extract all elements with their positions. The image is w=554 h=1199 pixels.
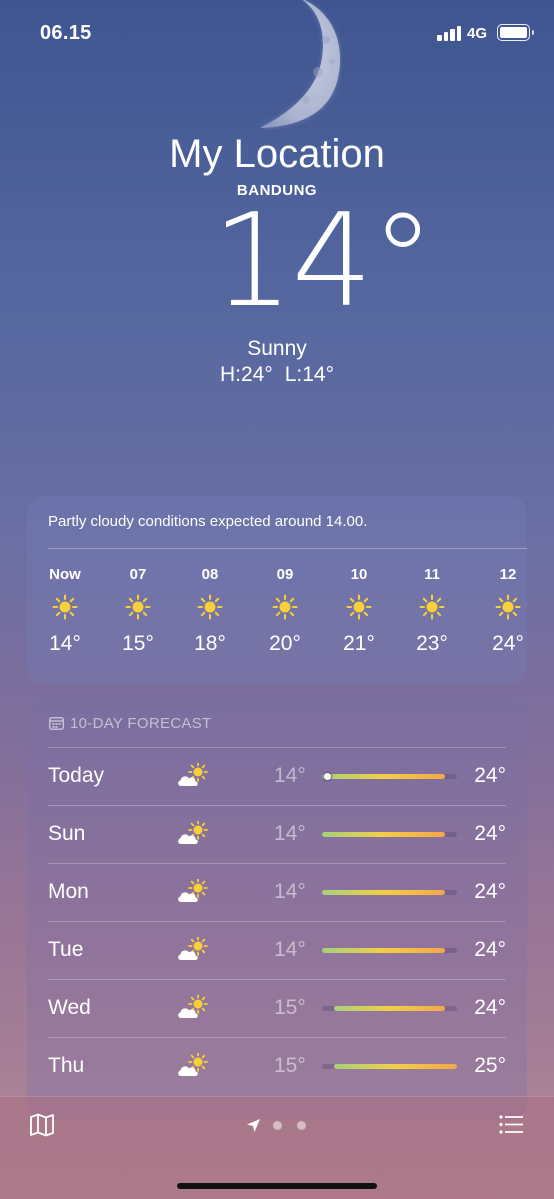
status-time: 06.15 [40, 22, 92, 44]
forecast-day: Mon [48, 880, 89, 903]
calendar-icon [49, 717, 64, 730]
network-type: 4G [467, 25, 488, 42]
sun-icon [197, 594, 223, 620]
temperature-range-fill [322, 890, 445, 895]
temperature-range-fill [334, 1006, 445, 1011]
moon-icon [260, 0, 341, 128]
temperature-range-fill [322, 948, 445, 953]
sun-icon [272, 594, 298, 620]
hour-label: 12 [499, 566, 517, 583]
temperature-range-fill [322, 832, 445, 837]
hourly-item: 10 21° [329, 566, 389, 656]
forecast-low: 14° [274, 764, 306, 787]
partly-sunny-icon [176, 878, 210, 905]
forecast-high: 24° [474, 938, 506, 961]
hour-label: 10 [350, 566, 368, 583]
forecast-high: 24° [474, 822, 506, 845]
page-dot[interactable] [273, 1121, 282, 1130]
hourly-item: 12 24° [478, 566, 527, 656]
forecast-title: 10-DAY FORECAST [70, 715, 212, 732]
forecast-row[interactable]: Today 14° 24° [48, 747, 506, 805]
temperature-range-bar [322, 948, 457, 953]
hour-label: 07 [129, 566, 147, 583]
hour-label: 09 [276, 566, 294, 583]
temperature-range-bar [322, 832, 457, 837]
hour-label: 11 [424, 566, 440, 583]
forecast-row[interactable]: Wed 15° 24° [48, 979, 506, 1037]
partly-sunny-icon [176, 994, 210, 1021]
forecast-high: 24° [474, 764, 506, 787]
high-low: H:24° L:14° [0, 363, 554, 387]
forecast-low: 14° [274, 938, 306, 961]
partly-sunny-icon [176, 820, 210, 847]
hour-temperature: 23° [416, 632, 448, 655]
hourly-item: 07 15° [108, 566, 168, 656]
temperature-range-bar [322, 1064, 457, 1069]
partly-sunny-icon [176, 936, 210, 963]
forecast-low: 15° [274, 996, 306, 1019]
partly-sunny-icon [176, 1052, 210, 1079]
hour-temperature: 18° [194, 632, 226, 655]
temperature-range-bar [322, 1006, 457, 1011]
hour-temperature: 24° [492, 632, 524, 655]
map-icon[interactable] [29, 1113, 55, 1137]
partly-sunny-icon [176, 762, 210, 789]
forecast-header: 10-DAY FORECAST [49, 715, 211, 732]
current-temperature-dot [324, 773, 331, 780]
forecast-low: 14° [274, 822, 306, 845]
forecast-row[interactable]: Mon 14° 24° [48, 863, 506, 921]
location-title: My Location [169, 132, 385, 176]
forecast-row[interactable]: Tue 14° 24° [48, 921, 506, 979]
hourly-item: 08 18° [180, 566, 240, 656]
high-temperature: H:24° [219, 363, 273, 386]
hour-temperature: 14° [49, 632, 81, 655]
hour-label: 08 [201, 566, 219, 583]
cellular-signal-icon [437, 25, 463, 41]
hour-label: Now [49, 566, 81, 583]
sun-icon [346, 594, 372, 620]
hour-temperature: 20° [269, 632, 301, 655]
forecast-high: 25° [474, 1054, 506, 1077]
sun-icon [52, 594, 78, 620]
hourly-forecast-card[interactable]: Partly cloudy conditions expected around… [27, 496, 527, 684]
forecast-high: 24° [474, 880, 506, 903]
forecast-low: 15° [274, 1054, 306, 1077]
temperature-range-bar [322, 890, 457, 895]
hour-temperature: 15° [122, 632, 154, 655]
hourly-item: 09 20° [255, 566, 315, 656]
forecast-row[interactable]: Thu 15° 25° [48, 1037, 506, 1095]
temperature-range-bar [322, 773, 457, 780]
bottom-toolbar [0, 1096, 554, 1199]
forecast-day: Thu [48, 1054, 85, 1077]
forecast-low: 14° [274, 880, 306, 903]
current-condition: Sunny [247, 337, 307, 360]
forecast-day: Wed [48, 996, 91, 1019]
sun-icon [495, 594, 521, 620]
page-dot[interactable] [297, 1121, 306, 1130]
sun-icon [419, 594, 445, 620]
hourly-item: 11 23° [402, 566, 462, 656]
list-icon[interactable] [499, 1115, 523, 1134]
location-arrow-icon[interactable] [246, 1118, 261, 1133]
ten-day-forecast-card[interactable]: 10-DAY FORECAST Today 14° 24° Sun 14° 24° Mon 1… [27, 700, 527, 1120]
current-temperature: 14° [212, 187, 435, 336]
forecast-high: 24° [474, 996, 506, 1019]
forecast-day: Sun [48, 822, 86, 845]
temperature-range-fill [334, 1064, 457, 1069]
forecast-row[interactable]: Sun 14° 24° [48, 805, 506, 863]
temperature-range-fill [322, 774, 445, 779]
hour-temperature: 21° [343, 632, 375, 655]
forecast-day: Today [48, 764, 105, 787]
sun-icon [125, 594, 151, 620]
forecast-day: Tue [48, 938, 84, 961]
hourly-summary: Partly cloudy conditions expected around… [48, 513, 368, 530]
battery-icon [497, 24, 534, 41]
home-indicator[interactable] [177, 1183, 377, 1189]
low-temperature: L:14° [284, 363, 335, 386]
divider [48, 548, 527, 549]
hourly-item: Now 14° [35, 566, 95, 656]
